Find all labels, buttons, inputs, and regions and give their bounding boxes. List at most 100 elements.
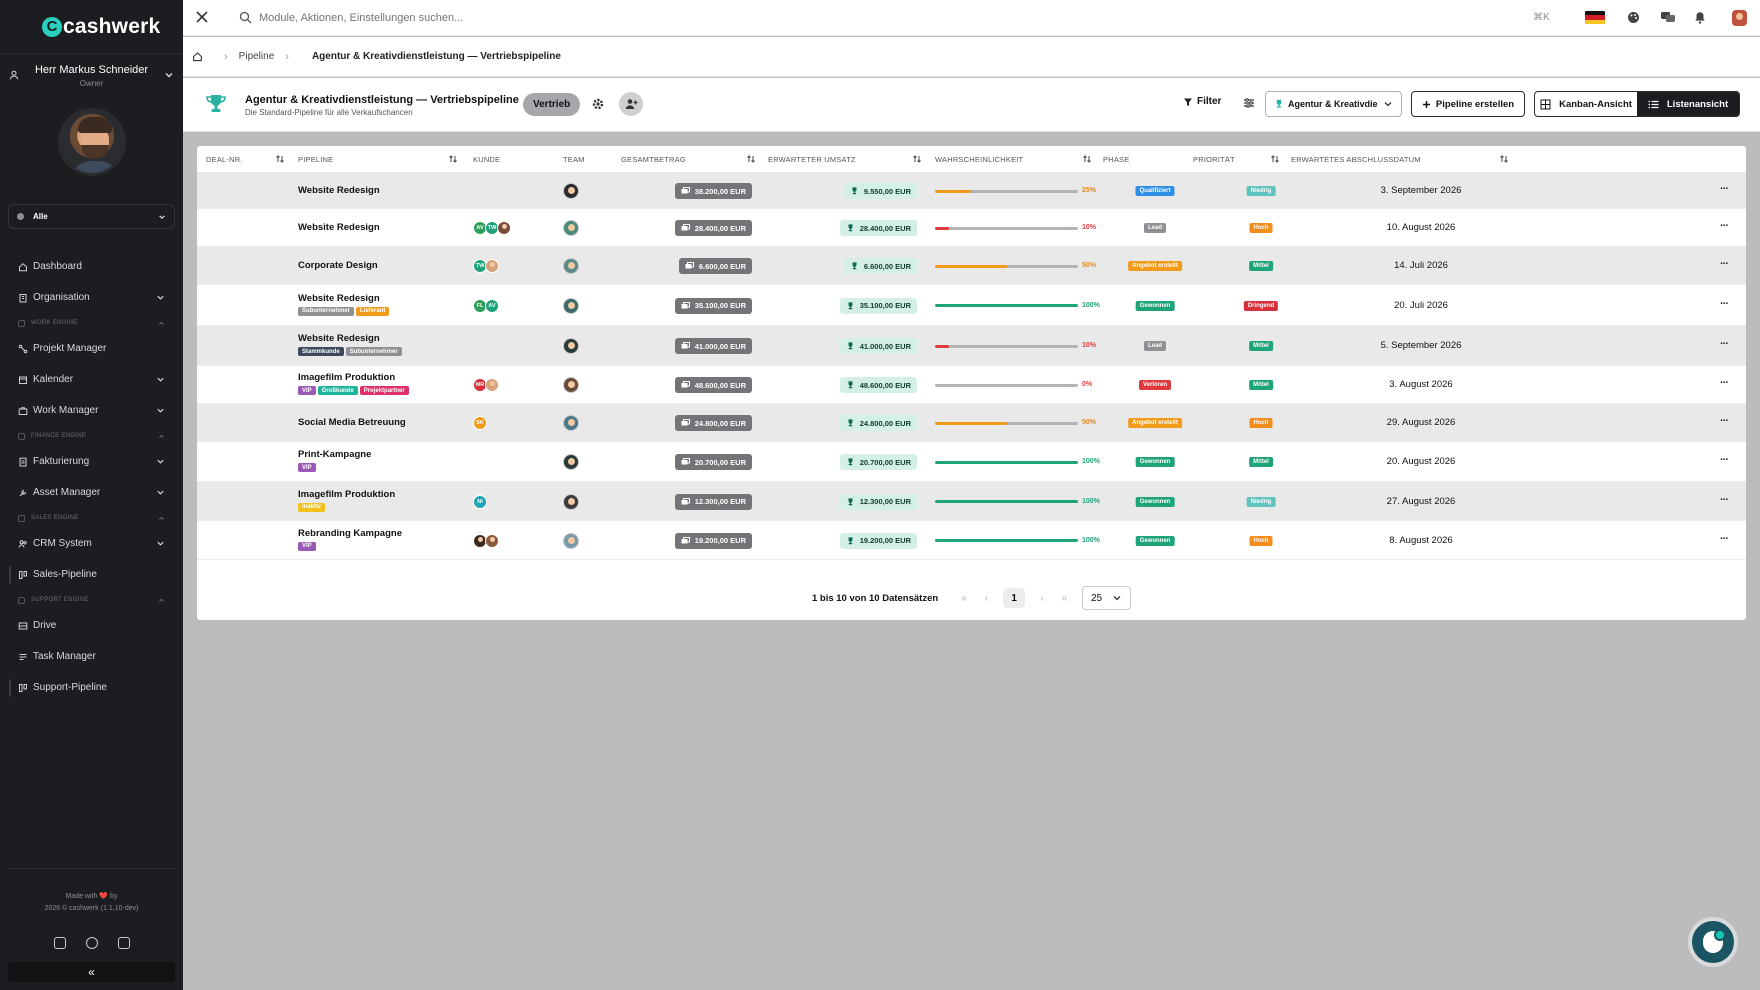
sidebar-item-drive[interactable]: Drive [0,610,183,641]
table-row[interactable]: Rebranding Kampagne VIP 19.200,00 EUR 19.20… [197,521,1746,560]
column-header[interactable]: PIPELINE [298,155,333,164]
top-user-avatar[interactable] [1732,10,1747,26]
table-row[interactable]: Website Redesign Subunternehmer Lieferant F… [197,285,1746,326]
sidebar-item-organisation[interactable]: Organisation [0,282,183,313]
phase-badge[interactable]: Gewonnen [1135,496,1175,507]
phase-badge[interactable]: Angebot erstellt [1128,261,1182,271]
nav-section-finance[interactable]: FINANCE ENGINE [0,426,183,446]
column-header[interactable]: WAHRSCHEINLICHKEIT [935,155,1023,164]
team-avatar[interactable] [563,415,579,431]
team-avatar[interactable] [563,454,579,470]
priority-badge[interactable]: Niedrig [1246,186,1276,196]
sidebar-item-sales-pipeline[interactable]: Sales-Pipeline [0,559,183,590]
sidebar-item-projekt-manager[interactable]: Projekt Manager [0,333,183,364]
table-row[interactable]: Imagefilm Produktion inaktiv NI 12.300,00 E… [197,482,1746,521]
row-actions-button[interactable]: ··· [1720,258,1729,270]
next-page-button[interactable]: › [1040,593,1043,604]
sort-icon[interactable] [448,154,458,164]
sidebar-item-asset-manager[interactable]: Asset Manager [0,477,183,508]
team-avatar[interactable] [563,493,579,510]
customer-avatar[interactable]: SK [473,416,487,430]
home-icon[interactable] [192,51,203,62]
sort-icon[interactable] [746,154,756,164]
deal-name[interactable]: Website Redesign [298,333,402,344]
deal-name[interactable]: Imagefilm Produktion [298,489,395,500]
kanban-view-button[interactable]: Kanban-Ansicht [1535,92,1637,116]
column-header[interactable]: DEAL-NR. [206,155,243,164]
sidebar-item-crm-system[interactable]: CRM System [0,528,183,559]
table-row[interactable]: Corporate Design TW 6.600,00 EUR 6.600,00 E… [197,247,1746,285]
linkedin-icon[interactable] [117,937,130,949]
team-avatar[interactable] [563,297,579,314]
facebook-icon[interactable] [85,937,98,949]
phase-badge[interactable]: Gewonnen [1135,457,1175,467]
create-pipeline-button[interactable]: Pipeline erstellen [1411,91,1525,117]
table-row[interactable]: Social Media Betreuung SK 24.800,00 EUR 24.… [197,404,1746,442]
row-actions-button[interactable]: ··· [1720,338,1729,350]
breadcrumb-pipeline[interactable]: Pipeline [239,51,275,62]
sidebar-item-kalender[interactable]: Kalender [0,364,183,395]
list-view-button[interactable]: Listenansicht [1637,92,1739,116]
deal-name[interactable]: Website Redesign [298,222,380,233]
row-actions-button[interactable]: ··· [1720,298,1729,310]
row-actions-button[interactable]: ··· [1720,415,1729,427]
row-actions-button[interactable]: ··· [1720,377,1729,389]
phase-badge[interactable]: Lead [1143,223,1167,233]
priority-badge[interactable]: Hoch [1249,418,1273,428]
row-actions-button[interactable]: ··· [1720,454,1729,466]
priority-badge[interactable]: Hoch [1249,223,1273,233]
sidebar-item-support-pipeline[interactable]: Support-Pipeline [0,672,183,703]
phase-badge[interactable]: Lead [1143,341,1167,351]
user-menu[interactable]: Herr Markus Schneider Owner [0,54,183,94]
prev-page-button[interactable]: ‹ [985,593,988,604]
nav-section-sales[interactable]: SALES ENGINE [0,508,183,528]
team-avatar[interactable] [563,183,579,199]
column-header[interactable]: TEAM [563,155,585,164]
phase-badge[interactable]: Angebot erstellt [1128,418,1182,428]
scope-select[interactable]: Alle [8,204,175,229]
search-input[interactable] [259,9,959,27]
phase-badge[interactable]: Gewonnen [1135,535,1175,546]
phase-badge[interactable]: Verloren [1138,380,1172,390]
brand-logo[interactable]: C cashwerk [0,0,183,54]
sort-icon[interactable] [912,154,922,164]
pipeline-type-badge[interactable]: Vertrieb [523,93,581,116]
priority-badge[interactable]: Niedrig [1246,496,1276,507]
nav-section-support[interactable]: SUPPORT ENGINE [0,590,183,610]
sort-icon[interactable] [1082,154,1092,164]
table-row[interactable]: Website Redesign 38.200,00 EUR 9.550,00 EU… [197,173,1746,209]
sort-icon[interactable] [1499,154,1509,164]
profile-avatar[interactable] [57,108,126,176]
sliders-icon[interactable] [1243,97,1255,109]
deal-name[interactable]: Website Redesign [298,293,389,304]
customer-avatar[interactable] [485,259,499,273]
table-row[interactable]: Imagefilm Produktion VIP Großkunde Projektp… [197,366,1746,404]
pipeline-select[interactable]: Agentur & Kreativdie [1265,91,1402,117]
team-avatar[interactable] [563,377,579,393]
column-header[interactable]: ERWARTETES ABSCHLUSSDATUM [1291,155,1421,164]
table-row[interactable]: Website Redesign Stammkunde Subunternehmer… [197,326,1746,366]
priority-badge[interactable]: Mittel [1249,457,1273,467]
german-flag-icon[interactable] [1585,11,1605,24]
priority-badge[interactable]: Mittel [1249,261,1273,271]
sidebar-item-fakturierung[interactable]: Fakturierung [0,446,183,477]
customer-avatar[interactable] [485,378,499,392]
last-page-button[interactable]: » [1061,593,1067,604]
page-1-button[interactable]: 1 [1003,588,1026,608]
column-header[interactable]: KUNDE [473,155,500,164]
team-avatar[interactable] [563,338,579,354]
collapse-sidebar-button[interactable]: « [8,962,175,982]
priority-badge[interactable]: Mittel [1249,341,1273,351]
priority-badge[interactable]: Dringend [1243,300,1279,311]
column-header[interactable]: ERWARTETER UMSATZ [768,155,856,164]
palette-icon[interactable] [1627,11,1640,24]
gear-icon[interactable] [591,97,605,111]
bell-icon[interactable] [1694,11,1706,24]
assistant-chat-button[interactable] [1688,917,1738,967]
row-actions-button[interactable]: ··· [1720,220,1729,232]
customer-avatar[interactable]: NI [473,494,487,509]
team-avatar[interactable] [563,220,579,236]
phase-badge[interactable]: Gewonnen [1135,300,1175,311]
deal-name[interactable]: Social Media Betreuung [298,417,406,428]
chat-icon[interactable] [1660,11,1676,24]
